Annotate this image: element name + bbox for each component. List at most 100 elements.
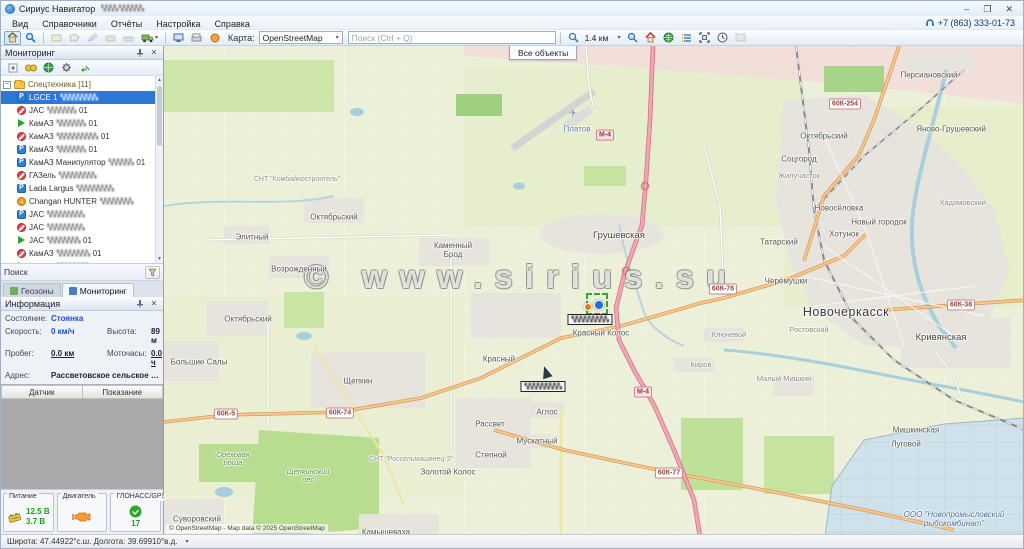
hours-link[interactable]: 0.0 ч — [151, 349, 162, 367]
status-parked-icon — [17, 210, 26, 219]
vehicle-row[interactable]: JAC ▚▚▚▚▚▚▚▚▚ — [1, 208, 155, 221]
zoom-search-button[interactable] — [624, 31, 641, 45]
minimize-button[interactable]: – — [964, 4, 969, 14]
masked-plate: ▚▚▚▚▚▚▚▚ — [47, 237, 80, 244]
maximize-button[interactable]: ❐ — [983, 4, 991, 14]
pin-icon[interactable] — [135, 48, 145, 58]
legend-button[interactable] — [678, 31, 695, 45]
map-attribution: © OpenStreetMap - Map data © 2025 OpenSt… — [166, 524, 328, 533]
selected-vehicle-plate[interactable]: ▚▚▚▚▚▚▚▚▚ — [567, 314, 612, 325]
statusbar-caret-icon[interactable]: ▾ — [186, 538, 189, 545]
monitor-button[interactable] — [170, 31, 187, 45]
vehicle-position-dot — [594, 300, 604, 310]
collapse-icon[interactable]: − — [3, 81, 11, 89]
menu-item-справочники[interactable]: Справочники — [35, 18, 104, 30]
status-offline-icon — [17, 106, 26, 115]
close-button[interactable]: ✕ — [1005, 4, 1013, 14]
home-view-button[interactable] — [642, 31, 659, 45]
info-panel: Информация ✕ Состояние: Стоянка Скорость… — [1, 297, 163, 534]
pencil-icon — [87, 33, 98, 43]
vehicle-row[interactable]: КамАЗ ▚▚▚▚▚▚▚▚01 — [1, 247, 155, 260]
sensor-column-header[interactable]: Датчик — [1, 385, 83, 399]
tree-scrollbar[interactable]: ▲ ▼ — [155, 76, 163, 263]
masked-plate: ▚▚▚▚▚▚ — [109, 159, 134, 166]
vehicle-row[interactable]: КамАЗ ▚▚▚▚▚▚▚▚▚▚01 — [1, 130, 155, 143]
vehicle-row[interactable]: КамАЗ Манипулятор ▚▚▚▚▚▚01 — [1, 156, 155, 169]
road-shield: 60К-5 — [214, 409, 238, 420]
geozone-edit-button[interactable] — [84, 31, 101, 45]
list-icon — [681, 33, 692, 43]
geozone-polygon-button[interactable] — [66, 31, 83, 45]
search-filter-button[interactable] — [145, 266, 160, 279]
vehicle-row[interactable]: JAC ▚▚▚▚▚▚▚▚▚ — [1, 221, 155, 234]
menu-item-справка[interactable]: Справка — [208, 18, 257, 30]
masked-plate: ▚▚▚▚▚▚▚▚ — [57, 250, 90, 257]
address-label: Адрес: — [5, 371, 51, 380]
tab-geozones[interactable]: Геозоны — [3, 283, 61, 297]
power-label: Питание — [7, 493, 39, 501]
map-document-tab[interactable]: Все объекты — [509, 46, 577, 60]
vehicle-row[interactable]: ГАЗель ▚▚▚▚▚▚▚▚▚ — [1, 169, 155, 182]
vehicle-tools-button[interactable]: ▾ — [138, 31, 161, 45]
map-provider-select[interactable]: OpenStreetMap ▾ — [259, 31, 343, 44]
tab-monitoring[interactable]: Мониторинг — [62, 283, 134, 297]
satellite-icon — [129, 505, 142, 518]
follow-button[interactable] — [23, 61, 38, 74]
measure-distance-button[interactable] — [565, 31, 582, 45]
road-shield: 60К-254 — [829, 99, 861, 110]
gps-label: ГЛОНАСС/GPS — [114, 493, 168, 501]
road-shield: 60К-77 — [655, 468, 683, 479]
map-canvas[interactable]: © www.sirius.su Аксайский районПерсианов… — [164, 46, 1023, 534]
close-panel-icon[interactable]: ✕ — [149, 48, 159, 58]
show-objects-button[interactable] — [4, 31, 21, 45]
vehicle-label-suffix: 01 — [89, 145, 98, 154]
minimap-button[interactable] — [732, 31, 749, 45]
menu-item-настройка[interactable]: Настройка — [149, 18, 207, 30]
vehicle-plate-2[interactable]: ▚▚▚▚▚▚▚▚▚ — [520, 381, 565, 392]
mileage-link[interactable]: 0.0 км — [51, 349, 74, 358]
vehicle-row[interactable]: JAC ▚▚▚▚▚▚▚▚01 — [1, 234, 155, 247]
print-button[interactable] — [188, 31, 205, 45]
pin-icon[interactable] — [135, 299, 145, 309]
vehicle-row[interactable]: КамАЗ ▚▚▚▚▚▚▚01 — [1, 143, 155, 156]
expand-all-button[interactable] — [5, 61, 20, 74]
reports-button[interactable] — [206, 31, 223, 45]
geozone-delete-button[interactable] — [102, 31, 119, 45]
voltage-backup: 3.7 В — [26, 517, 50, 527]
show-on-map-button[interactable] — [41, 61, 56, 74]
tree-settings-button[interactable] — [59, 61, 74, 74]
road-shield: М-4 — [596, 130, 614, 141]
vehicle-group-row[interactable]: −Спецтехника [11] — [1, 78, 155, 91]
map-scale-select[interactable]: 1.4 км ▾ — [583, 31, 623, 44]
scrollbar-thumb[interactable] — [157, 86, 162, 146]
measure-ruler-button[interactable] — [120, 31, 137, 45]
telemetry-button[interactable] — [77, 61, 92, 74]
window-title: Сириус Навигатор — [19, 4, 95, 14]
geozone-polygon-icon — [69, 33, 80, 43]
global-search-input[interactable] — [348, 31, 556, 44]
truck-icon — [141, 33, 154, 43]
scroll-down-arrow[interactable]: ▼ — [156, 255, 163, 263]
tree-search-row: Поиск — [1, 264, 163, 281]
masked-plate: ▚▚▚▚▚▚▚▚▚ — [47, 211, 84, 218]
vehicle-row[interactable]: JAC ▚▚▚▚▚▚▚01 — [1, 104, 155, 117]
vehicle-row[interactable]: КамАЗ ▚▚▚▚▚▚▚▚01 — [1, 260, 155, 264]
search-map-button[interactable] — [22, 31, 39, 45]
close-info-icon[interactable]: ✕ — [149, 299, 159, 309]
track-history-button[interactable] — [714, 31, 731, 45]
vehicle-row[interactable]: LGCE 1▚▚▚▚▚▚▚▚▚ — [1, 91, 155, 104]
menu-item-вид[interactable]: Вид — [5, 18, 35, 30]
vehicle-row[interactable]: Changan HUNTER ▚▚▚▚▚▚▚▚ — [1, 195, 155, 208]
value-column-header[interactable]: Показание — [83, 385, 164, 399]
fullscreen-button[interactable] — [696, 31, 713, 45]
scroll-up-arrow[interactable]: ▲ — [156, 76, 163, 84]
menu-item-отчёты[interactable]: Отчёты — [104, 18, 149, 30]
vehicle-label-suffix: 01 — [83, 236, 92, 245]
vehicle-row[interactable]: КамАЗ ▚▚▚▚▚▚▚01 — [1, 117, 155, 130]
whole-map-button[interactable] — [660, 31, 677, 45]
selected-vehicle-marker[interactable] — [586, 293, 608, 315]
gps-gauge: ГЛОНАСС/GPS 17 — [110, 493, 161, 532]
geozone-rect-button[interactable] — [48, 31, 65, 45]
vehicle-row[interactable]: Lada Largus ▚▚▚▚▚▚▚▚▚ — [1, 182, 155, 195]
road-shield: 60К-38 — [947, 300, 975, 311]
